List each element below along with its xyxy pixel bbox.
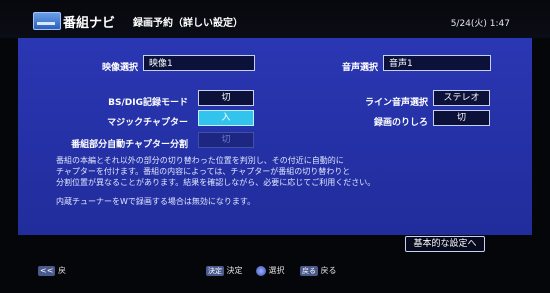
auto-chapter-split-label: 番組部分自動チャプター分割 [71,140,188,150]
select-label: 選択 [268,266,285,275]
dpad-icon [256,265,266,276]
audio-select-field[interactable]: 音声1 [383,55,491,71]
magic-chapter-toggle[interactable]: 入 [198,110,254,126]
screen-title: 録画予約（詳しい設定） [133,18,243,29]
return-label: 戻る [320,266,337,275]
footer-back[interactable]: << 戻 [38,265,66,277]
line-audio-select[interactable]: ステレオ [433,90,490,106]
clock: 5/24(火) 1:47 [450,19,510,29]
back-label: 戻 [57,266,66,275]
footer-enter[interactable]: 決定 決定 [206,265,243,277]
recording-margin-label: 録画のりしろ [373,118,428,128]
bs-cs-mode-label: BS/DIG記録モード [108,98,188,108]
title-bar: 番組ナビ 録画予約（詳しい設定） 5/24(火) 1:47 [0,0,550,38]
back-icon: << [38,265,56,276]
footer-select[interactable]: 選択 [256,265,285,277]
recording-margin-toggle[interactable]: 切 [433,110,490,126]
video-select-label: 映像選択 [101,63,138,73]
footer-return[interactable]: 戻る 戻る [300,265,337,277]
notice-line: 番組の本編とそれ以外の部分の切り替わった位置を判別し、その付近に自動的に [56,156,344,165]
auto-chapter-split-toggle[interactable]: 切 [198,132,254,148]
notice-line: チャプターを付けます。番組の内容によっては、チャプターが番組の切り替わりと [56,167,351,176]
audio-select-label: 音声選択 [341,63,378,73]
magic-chapter-label: マジックチャプター [107,118,188,128]
notice-line: 分割位置が異なることがあります。結果を確認しながら、必要に応じてご利用ください。 [56,178,376,187]
notice-text: 番組の本編とそれ以外の部分の切り替わった位置を判別し、その付近に自動的に チャプ… [56,155,496,207]
basic-settings-button[interactable]: 基本的な設定へ [405,236,485,252]
bs-cs-mode-toggle[interactable]: 切 [198,90,254,106]
notice-line: 内蔵チューナーをWで録画する場合は無効になります。 [56,197,256,206]
enter-key-icon: 決定 [206,265,224,276]
line-audio-label: ライン音声選択 [364,98,428,108]
tv-guide-icon [33,12,61,30]
video-select-field[interactable]: 映像1 [143,55,255,71]
return-key-icon: 戻る [300,265,318,276]
enter-label: 決定 [226,266,243,275]
app-title: 番組ナビ [63,16,116,31]
